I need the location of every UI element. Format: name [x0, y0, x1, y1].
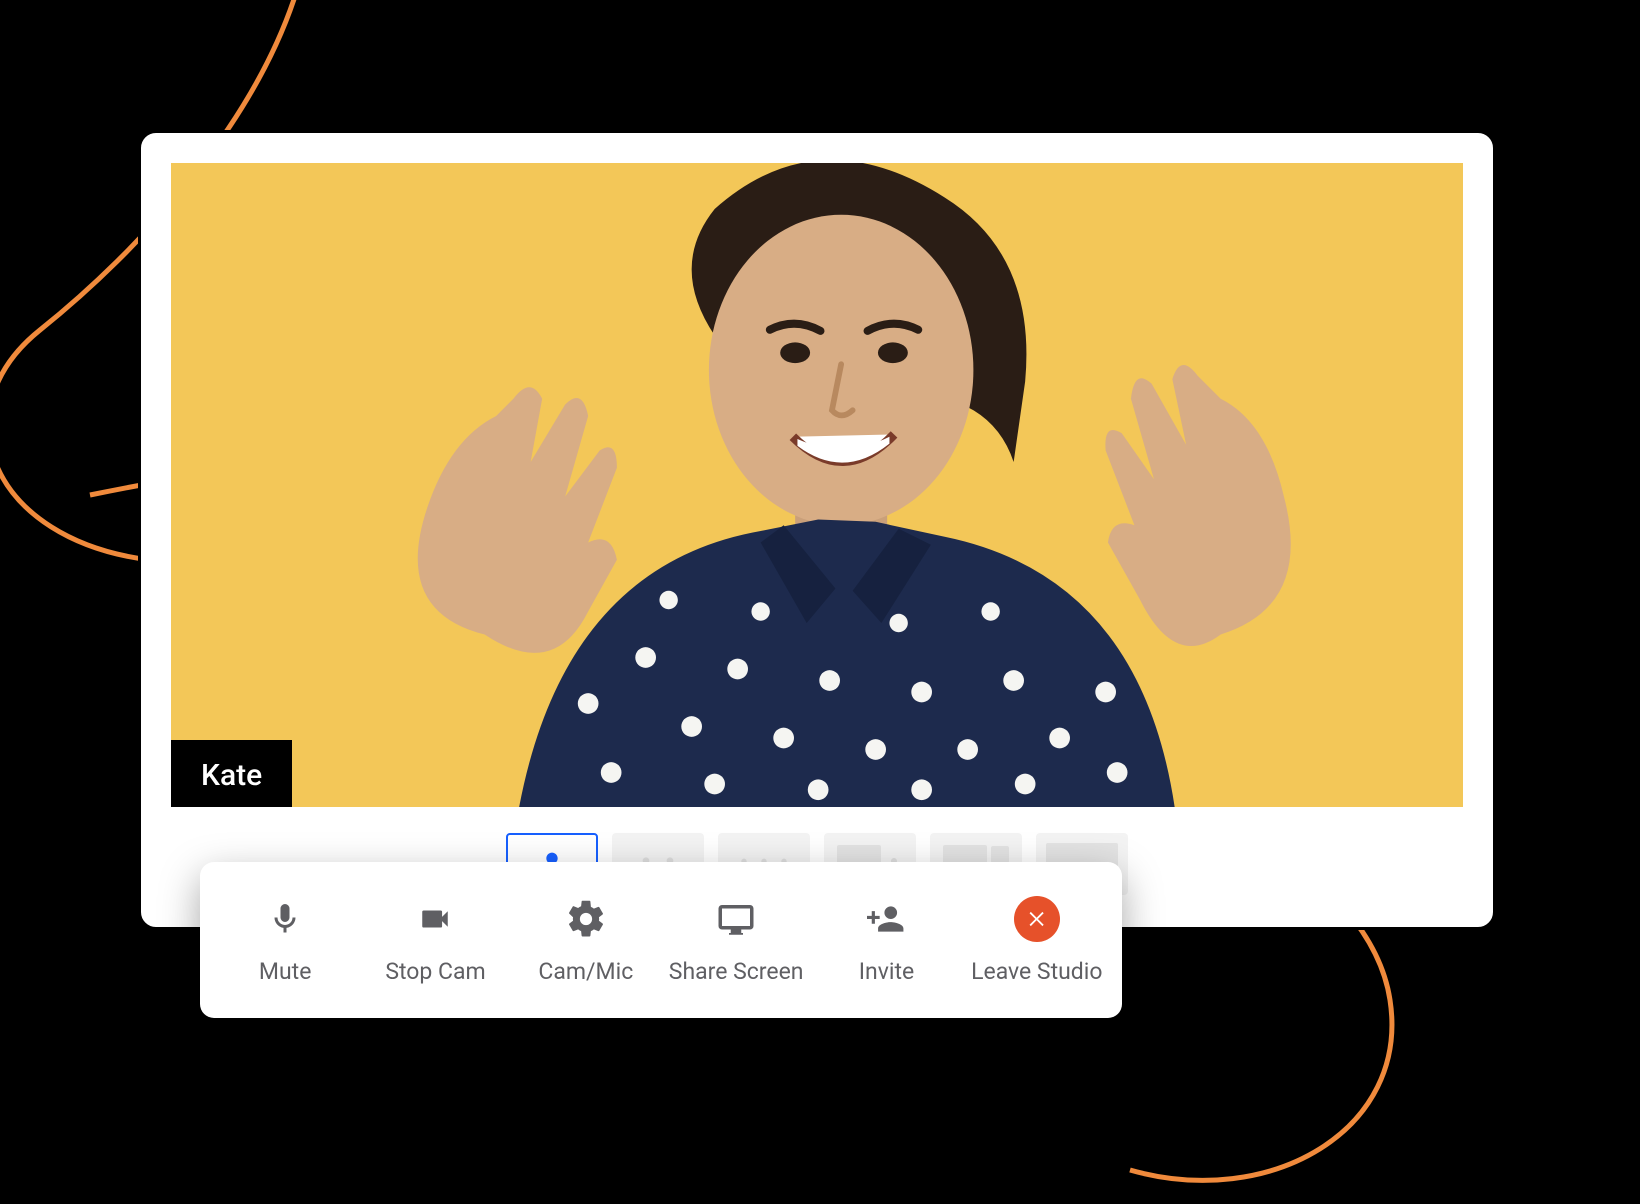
participant-name: Kate: [201, 758, 262, 793]
participant-video: [171, 163, 1463, 807]
stop-cam-label: Stop Cam: [385, 958, 485, 985]
stop-cam-button[interactable]: Stop Cam: [360, 862, 510, 1018]
leave-studio-button[interactable]: Leave Studio: [962, 862, 1112, 1018]
share-screen-label: Share Screen: [669, 958, 804, 985]
microphone-icon: [262, 896, 308, 942]
control-toolbar: Mute Stop Cam Cam/Mic Share Screen Invit…: [200, 862, 1122, 1018]
leave-studio-label: Leave Studio: [971, 958, 1102, 985]
invite-button[interactable]: Invite: [811, 862, 961, 1018]
cam-mic-settings-button[interactable]: Cam/Mic: [511, 862, 661, 1018]
video-stage: Kate: [171, 163, 1463, 807]
invite-label: Invite: [859, 958, 914, 985]
studio-window: Kate: [138, 130, 1496, 930]
video-camera-icon: [412, 896, 458, 942]
close-icon: [1014, 896, 1060, 942]
monitor-icon: [713, 896, 759, 942]
share-screen-button[interactable]: Share Screen: [661, 862, 811, 1018]
mute-label: Mute: [259, 958, 311, 985]
gear-icon: [563, 896, 609, 942]
add-user-icon: [863, 896, 909, 942]
participant-name-tag: Kate: [171, 740, 292, 807]
mute-button[interactable]: Mute: [210, 862, 360, 1018]
cam-mic-label: Cam/Mic: [538, 958, 633, 985]
